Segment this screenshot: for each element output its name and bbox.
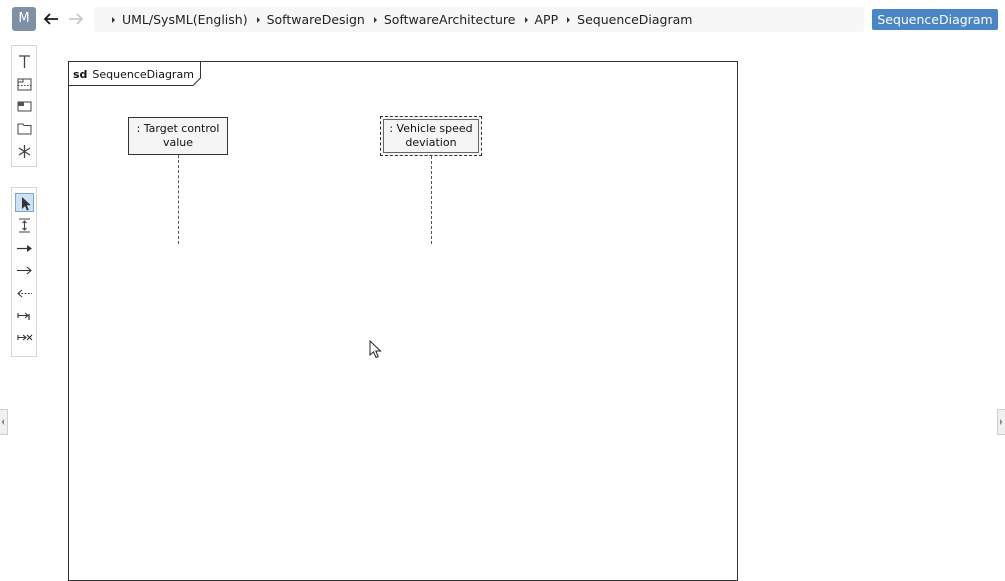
- interaction-use-tool-icon: [17, 101, 32, 112]
- forward-button[interactable]: [66, 9, 86, 29]
- breadcrumb-label: SequenceDiagram: [577, 12, 693, 27]
- caret-right-icon: [524, 16, 528, 23]
- caret-right-icon: [112, 16, 115, 23]
- app-logo[interactable]: M: [12, 7, 36, 31]
- frame-label: sd SequenceDiagram: [73, 68, 194, 81]
- stop-tool[interactable]: [15, 142, 34, 161]
- back-button[interactable]: [41, 9, 61, 29]
- frame-keyword: sd: [73, 68, 88, 81]
- lost-message-tool[interactable]: [15, 328, 34, 347]
- lifeline-tool-icon: [19, 55, 30, 68]
- sync-message-icon: [17, 245, 32, 252]
- caret-left-icon: [1, 419, 4, 425]
- diagram-title-button[interactable]: SequenceDiagram: [872, 9, 998, 30]
- space-resize-tool[interactable]: [15, 216, 34, 235]
- sync-message-tool[interactable]: [15, 239, 34, 258]
- arrow-left-icon: [43, 13, 58, 25]
- select-tool[interactable]: [15, 193, 34, 212]
- caret-right-icon: [567, 16, 571, 23]
- found-message-tool[interactable]: [15, 306, 34, 325]
- breadcrumb-label: SoftwareDesign: [266, 12, 365, 27]
- select-pointer-icon: [22, 197, 31, 211]
- frame-tool-icon: [17, 123, 32, 135]
- mouse-cursor-icon: [369, 340, 383, 360]
- lifeline-line[interactable]: [178, 155, 179, 244]
- lifeline-vehicle-speed-deviation[interactable]: : Vehicle speed deviation: [380, 116, 482, 156]
- combined-fragment-tool-icon: [17, 78, 32, 91]
- reply-message-icon: [17, 289, 32, 298]
- frame-name-tab: sd SequenceDiagram: [69, 62, 201, 86]
- left-panel-toggle[interactable]: [0, 409, 8, 435]
- combined-fragment-tool[interactable]: [15, 75, 34, 94]
- breadcrumb-item[interactable]: UML/SysML(English): [112, 12, 248, 27]
- breadcrumb-label: APP: [534, 12, 559, 27]
- lifeline-line[interactable]: [431, 156, 432, 244]
- lifeline-label: : Target control value: [136, 122, 220, 149]
- caret-right-icon: [1000, 419, 1003, 425]
- breadcrumb-item[interactable]: APP: [524, 12, 559, 27]
- right-panel-toggle[interactable]: [997, 409, 1005, 435]
- lifeline-tool[interactable]: [15, 52, 34, 71]
- breadcrumb-item[interactable]: SoftwareArchitecture: [373, 12, 516, 27]
- lost-message-icon: [17, 334, 33, 341]
- async-message-tool[interactable]: [15, 261, 34, 280]
- interaction-use-tool[interactable]: [15, 97, 34, 116]
- lifeline-target-control-value[interactable]: : Target control value: [128, 117, 228, 155]
- space-resize-icon: [19, 218, 30, 233]
- arrow-right-icon: [69, 13, 84, 25]
- breadcrumb: UML/SysML(English) SoftwareDesign Softwa…: [94, 7, 864, 32]
- reply-message-tool[interactable]: [15, 284, 34, 303]
- stop-tool-icon: [18, 145, 31, 158]
- message-palette: [11, 187, 37, 357]
- found-message-icon: [17, 312, 30, 320]
- element-palette: [11, 45, 37, 167]
- frame-tool[interactable]: [15, 119, 34, 138]
- frame-name: SequenceDiagram: [92, 68, 194, 81]
- top-bar: M UML/SysML(English) SoftwareDesign Soft…: [0, 0, 1005, 40]
- async-message-icon: [17, 266, 32, 275]
- lifeline-label: : Vehicle speed deviation: [389, 122, 473, 149]
- breadcrumb-item[interactable]: SoftwareDesign: [256, 12, 365, 27]
- breadcrumb-label: SoftwareArchitecture: [383, 12, 516, 27]
- breadcrumb-label: UML/SysML(English): [122, 12, 248, 27]
- breadcrumb-item[interactable]: SequenceDiagram: [567, 12, 692, 27]
- caret-right-icon: [373, 16, 377, 23]
- caret-right-icon: [256, 16, 260, 23]
